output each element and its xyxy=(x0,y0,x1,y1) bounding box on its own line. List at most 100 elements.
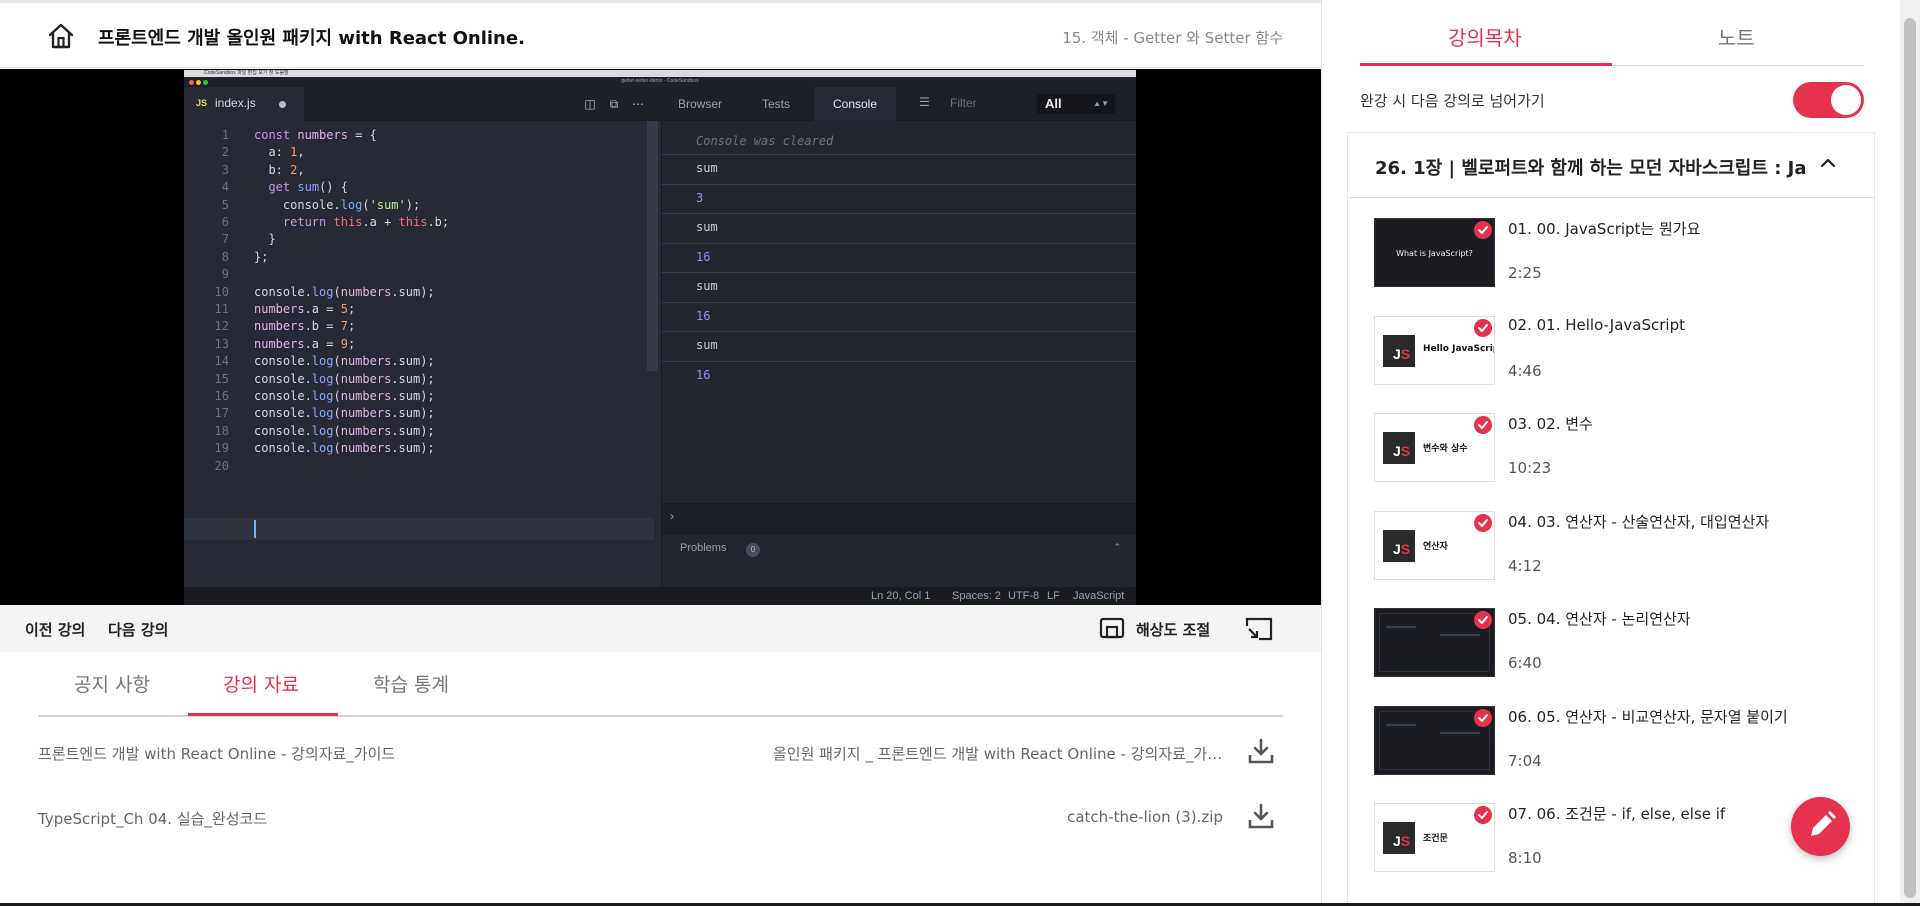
resource-file[interactable]: 올인원 패키지 _ 프론트엔드 개발 with React Online - 강… xyxy=(773,743,1223,764)
js-logo-icon: JS xyxy=(1383,529,1415,562)
tab-notes[interactable]: 노트 xyxy=(1718,22,1755,51)
video-player[interactable]: CodeSandbox 파일 편집 보기 창 도움말 getter-setter… xyxy=(0,69,1321,605)
js-logo-icon: JS xyxy=(1383,432,1415,464)
more-icon: ⋯ xyxy=(632,97,644,111)
file-tab-label: index.js xyxy=(215,96,256,110)
console-tab-bar: Browser Tests Console ☰ Filter All ▲▼ xyxy=(662,87,1136,121)
check-icon xyxy=(1474,611,1492,629)
write-note-button[interactable] xyxy=(1791,797,1850,856)
code-editor: JS index.js ◫ ⧉ ⋯ 1 const numbers = {2 a:… xyxy=(184,87,661,605)
indent-setting: Spaces: 2 xyxy=(952,590,1001,602)
prev-lecture-button[interactable]: 이전 강의 xyxy=(25,619,85,640)
problems-label: Problems xyxy=(680,542,727,554)
text-caret xyxy=(254,520,256,538)
check-icon xyxy=(1474,416,1492,434)
home-button[interactable] xyxy=(46,21,76,51)
console-row: sum xyxy=(662,331,1136,360)
resource-row: 프론트엔드 개발 with React Online - 강의자료_가이드 올인… xyxy=(38,735,1283,775)
ide-screen: CodeSandbox 파일 편집 보기 창 도움말 getter-setter… xyxy=(184,70,1136,605)
sub-tab-bar: 공지 사항 강의 자료 학습 통계 xyxy=(38,652,1283,717)
home-icon xyxy=(48,23,74,49)
toggle-knob xyxy=(1831,85,1861,115)
log-level-select: All ▲▼ xyxy=(1037,94,1115,114)
console-prompt: › xyxy=(670,509,674,523)
editor-tab-bar: JS index.js ◫ ⧉ ⋯ xyxy=(184,87,661,121)
resource-file[interactable]: catch-the-lion (3).zip xyxy=(1067,808,1223,826)
unsaved-dot-icon xyxy=(279,101,286,108)
thumbnail-caption: 연산자 xyxy=(1423,541,1448,552)
fullscreen-icon[interactable] xyxy=(1245,616,1273,642)
line-ending: LF xyxy=(1047,590,1060,602)
check-icon xyxy=(1474,806,1492,824)
scrollbar-thumb[interactable] xyxy=(1904,18,1916,898)
console-row: sum xyxy=(662,154,1136,183)
thumbnail-caption: What is JavaScript? xyxy=(1396,249,1473,258)
lecture-item[interactable]: 06. 05. 연산자 - 비교연산자, 문자열 붙이기 7:04 xyxy=(1348,686,1876,783)
console-cleared-text: Console was cleared xyxy=(696,134,834,148)
check-icon xyxy=(1474,221,1492,239)
download-icon[interactable] xyxy=(1247,737,1275,765)
top-bar: 프론트엔드 개발 올인원 패키지 with React Online. 15. … xyxy=(0,0,1321,68)
thumbnail-caption: 조건문 xyxy=(1423,834,1448,844)
cursor-position: Ln 20, Col 1 xyxy=(871,590,931,602)
lecture-item[interactable]: JS 변수와 상수 03. 02. 변수 10:23 xyxy=(1348,393,1876,490)
console-input: › xyxy=(662,503,1136,533)
file-tab: JS index.js xyxy=(184,87,304,121)
lecture-title: 05. 04. 연산자 - 논리연산자 xyxy=(1508,610,1691,628)
autoplay-toggle[interactable] xyxy=(1793,82,1864,118)
course-title: 프론트엔드 개발 올인원 패키지 with React Online. xyxy=(98,28,525,49)
active-tab-indicator xyxy=(188,713,338,716)
tab-console: Console xyxy=(814,87,896,121)
resolution-label: 해상도 조절 xyxy=(1136,621,1211,639)
lecture-title: 01. 00. JavaScript는 뭔가요 xyxy=(1508,220,1701,238)
log-level-value: All xyxy=(1045,96,1062,111)
js-file-icon: JS xyxy=(196,98,208,108)
section-header[interactable]: 26. 1장 | 벨로퍼트와 함께 하는 모던 자바스크립트 : JavaScr… xyxy=(1347,132,1875,198)
lecture-title: 07. 06. 조건문 - if, else, else if xyxy=(1508,805,1726,823)
autoplay-label: 완강 시 다음 강의로 넘어가기 xyxy=(1360,92,1545,110)
chevron-up-icon xyxy=(1820,158,1836,168)
next-lecture-button[interactable]: 다음 강의 xyxy=(108,619,168,640)
console-output: 16 xyxy=(696,308,711,323)
problems-bar: Problems 0 ⌃ xyxy=(662,533,1136,563)
tab-browser: Browser xyxy=(677,97,722,111)
lecture-duration: 8:10 xyxy=(1508,849,1542,867)
console-row: sum xyxy=(662,272,1136,301)
console-output: 3 xyxy=(696,190,704,205)
window-title: getter-setter-demo - CodeSandbox xyxy=(621,78,699,84)
lecture-duration: 10:23 xyxy=(1508,459,1552,477)
lecture-item[interactable]: JS 연산자 04. 03. 연산자 - 산술연산자, 대입연산자 4:12 xyxy=(1348,491,1876,588)
console-filter: Filter xyxy=(950,96,977,110)
tab-statistics[interactable]: 학습 통계 xyxy=(373,670,449,697)
download-icon[interactable] xyxy=(1247,802,1275,830)
console-row: sum xyxy=(662,213,1136,242)
problems-count: 0 xyxy=(746,543,760,557)
lecture-duration: 6:40 xyxy=(1508,654,1542,672)
lecture-title: 03. 02. 변수 xyxy=(1508,415,1593,433)
thumbnail-caption: 변수와 상수 xyxy=(1423,444,1468,454)
resource-name[interactable]: 프론트엔드 개발 with React Online - 강의자료_가이드 xyxy=(38,743,395,764)
thumbnail-caption: Hello JavaScript! xyxy=(1423,343,1494,354)
filter-lines-icon: ☰ xyxy=(919,95,930,109)
tab-notices[interactable]: 공지 사항 xyxy=(74,670,150,697)
tab-tests: Tests xyxy=(761,97,790,111)
js-logo-icon: JS xyxy=(1383,822,1415,854)
player-pane: 프론트엔드 개발 올인원 패키지 with React Online. 15. … xyxy=(0,0,1321,906)
resource-name[interactable]: TypeScript_Ch 04. 실습_완성코드 xyxy=(38,808,267,829)
check-icon xyxy=(1474,513,1492,532)
page-scrollbar[interactable] xyxy=(1900,0,1920,906)
lecture-nav-bar: 이전 강의 다음 강의 해상도 조절 xyxy=(0,605,1321,652)
console-row: 16 xyxy=(662,242,1136,272)
check-icon xyxy=(1474,318,1492,337)
console-output: 16 xyxy=(696,367,711,382)
lecture-item[interactable]: JS Hello JavaScript! 02. 01. Hello-JavaScr… xyxy=(1348,296,1876,393)
lecture-item[interactable]: What is JavaScript? 01. 00. JavaScript는 뭔… xyxy=(1348,198,1876,295)
tab-materials[interactable]: 강의 자료 xyxy=(223,670,299,697)
console-output: 16 xyxy=(696,249,711,264)
lecture-title: 15. 객체 - Getter 와 Setter 함수 xyxy=(1062,29,1283,47)
console-output: sum xyxy=(696,161,718,175)
tab-curriculum[interactable]: 강의목차 xyxy=(1448,22,1522,51)
encoding: UTF-8 xyxy=(1008,590,1040,602)
lecture-item[interactable]: 05. 04. 연산자 - 논리연산자 6:40 xyxy=(1348,588,1876,685)
mac-menubar: CodeSandbox 파일 편집 보기 창 도움말 xyxy=(184,70,1136,77)
